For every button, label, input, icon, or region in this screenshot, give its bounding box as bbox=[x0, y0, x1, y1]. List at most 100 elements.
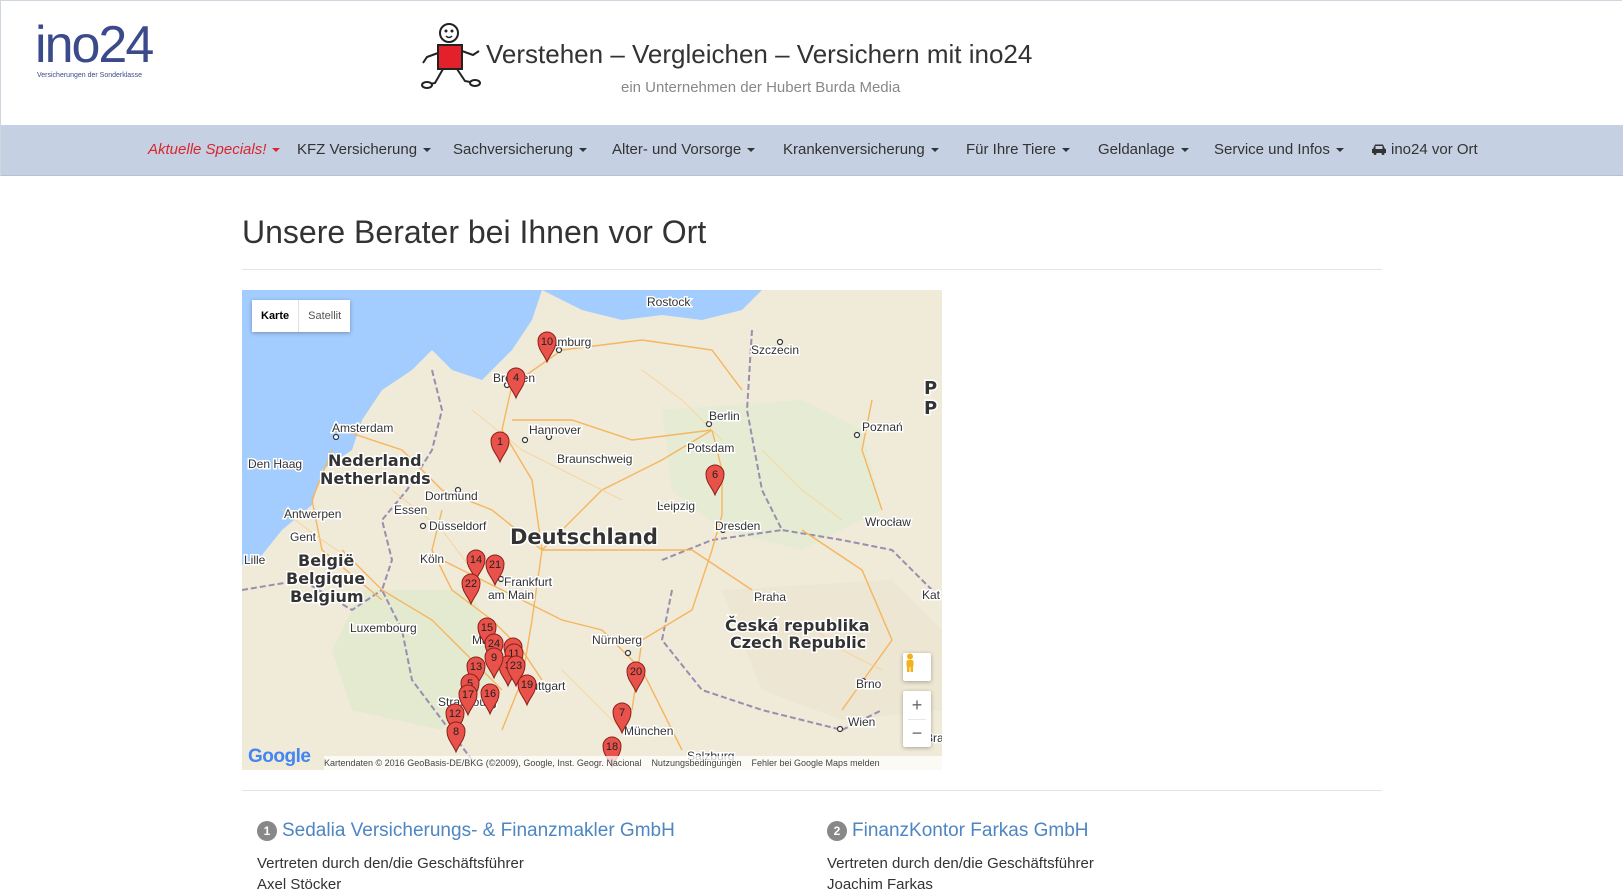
map-label: Belgium bbox=[290, 587, 364, 606]
zoom-out-button[interactable]: − bbox=[903, 719, 931, 747]
map-marker-label: 10 bbox=[541, 336, 553, 348]
map-label: Czech Republic bbox=[730, 633, 866, 652]
map-label: Köln bbox=[420, 552, 444, 566]
chevron-down-icon bbox=[747, 148, 756, 153]
map-marker-label: 7 bbox=[619, 707, 625, 719]
nav-item-label: Krankenversicherung bbox=[783, 141, 925, 158]
map-marker-label: 9 bbox=[491, 652, 497, 664]
map-label: Frankfurt bbox=[504, 575, 553, 589]
map-label: Brno bbox=[856, 677, 882, 691]
pegman-icon bbox=[906, 653, 914, 672]
mascot-icon bbox=[421, 23, 481, 89]
map-marker-label: 8 bbox=[453, 726, 459, 738]
map-marker[interactable]: 10 bbox=[537, 331, 557, 364]
map-type-map-button[interactable]: Karte bbox=[252, 300, 300, 332]
chevron-down-icon bbox=[423, 148, 432, 153]
map-label: Dresden bbox=[715, 519, 760, 533]
chevron-down-icon bbox=[1062, 148, 1071, 153]
map-label: am Main bbox=[488, 588, 534, 602]
logo-tagline: Versicherungen der Sonderklasse bbox=[37, 72, 143, 79]
partner-card: 1 Sedalia Versicherungs- & Finanzmakler G… bbox=[257, 820, 675, 893]
chevron-down-icon bbox=[272, 148, 281, 153]
map-label: Den Haag bbox=[248, 457, 302, 471]
zoom-control: + − bbox=[903, 691, 931, 747]
slogan: Verstehen – Vergleichen – Versichern mit… bbox=[486, 39, 1033, 69]
map-label: Braunschweig bbox=[557, 452, 632, 466]
page-title: Unsere Berater bei Ihnen vor Ort bbox=[242, 214, 707, 250]
map-attribution-bar: Kartendaten © 2016 GeoBasis-DE/BKG (©200… bbox=[324, 756, 942, 770]
map-type-control: Karte Satellit bbox=[252, 300, 351, 332]
map-marker[interactable]: 8 bbox=[446, 721, 466, 754]
map-report-link[interactable]: Fehler bei Google Maps melden bbox=[752, 758, 880, 768]
map-label: Luxembourg bbox=[350, 621, 417, 635]
map-attribution: Kartendaten © 2016 GeoBasis-DE/BKG (©200… bbox=[324, 758, 642, 768]
nav-item-label: Alter- und Vorsorge bbox=[612, 141, 742, 158]
nav-item-vorsorge[interactable]: Alter- und Vorsorge bbox=[612, 141, 756, 158]
map-label: Antwerpen bbox=[284, 507, 341, 521]
logo[interactable]: ino24 Versicherungen der Sonderklasse bbox=[35, 19, 154, 79]
partner-number-badge: 2 bbox=[827, 821, 847, 841]
map-marker-label: 18 bbox=[606, 741, 618, 753]
map-marker-label: 21 bbox=[489, 559, 501, 571]
chevron-down-icon bbox=[579, 148, 588, 153]
map-marker-label: 1 bbox=[497, 436, 503, 448]
map-canvas: Rostock Hamburg Szczecin Bremen Berlin P… bbox=[242, 290, 942, 769]
nav-item-service[interactable]: Service und Infos bbox=[1214, 141, 1344, 158]
map-label: Nederland bbox=[328, 451, 422, 470]
map-marker-label: 23 bbox=[510, 660, 522, 672]
map-label: Poznań bbox=[862, 420, 903, 434]
nav-item-specials[interactable]: Aktuelle Specials! bbox=[148, 141, 281, 158]
nav-item-label: Aktuelle Specials! bbox=[148, 141, 267, 158]
nav-item-vor-ort[interactable]: ino24 vor Ort bbox=[1371, 141, 1478, 158]
pegman-button[interactable] bbox=[903, 653, 931, 681]
subslogan: ein Unternehmen der Hubert Burda Media bbox=[621, 79, 901, 96]
nav-item-kfz[interactable]: KFZ Versicherung bbox=[297, 141, 432, 158]
map-marker-label: 6 bbox=[712, 469, 718, 481]
google-logo-text: Google bbox=[248, 746, 311, 767]
partner-name-link[interactable]: FinanzKontor Farkas GmbH bbox=[852, 820, 1089, 841]
map-label: P bbox=[924, 398, 937, 419]
nav-item-tiere[interactable]: Für Ihre Tiere bbox=[966, 141, 1071, 158]
map-marker-label: 12 bbox=[449, 708, 461, 720]
car-icon bbox=[1372, 144, 1386, 155]
nav-item-label: Für Ihre Tiere bbox=[966, 141, 1057, 158]
partner-rep-name: Axel Stöcker bbox=[257, 876, 342, 893]
nav-item-label: ino24 vor Ort bbox=[1391, 141, 1478, 158]
nav-item-label: Service und Infos bbox=[1214, 141, 1330, 158]
partner-rep-label: Vertreten durch den/die Geschäftsführer bbox=[827, 855, 1094, 872]
map-marker[interactable]: 19 bbox=[517, 674, 537, 707]
map-marker[interactable]: 16 bbox=[480, 683, 500, 716]
map-label: Lille bbox=[244, 553, 266, 567]
map-label: Kat bbox=[922, 588, 941, 602]
map[interactable]: Rostock Hamburg Szczecin Bremen Berlin P… bbox=[242, 290, 942, 770]
logo-wordmark: ino24 bbox=[35, 19, 154, 71]
map-type-satellite-button[interactable]: Satellit bbox=[299, 300, 350, 332]
partner-name-link[interactable]: Sedalia Versicherungs- & Finanzmakler Gm… bbox=[282, 820, 675, 841]
map-footer: Google Kartendaten © 2016 GeoBasis-DE/BK… bbox=[242, 746, 942, 770]
nav-item-geldanlage[interactable]: Geldanlage bbox=[1098, 141, 1189, 158]
map-label: Essen bbox=[394, 503, 427, 517]
zoom-in-button[interactable]: + bbox=[903, 691, 931, 719]
map-label: België bbox=[298, 551, 354, 570]
map-marker-label: 4 bbox=[513, 372, 519, 384]
map-label: P bbox=[924, 378, 937, 399]
nav-item-label: KFZ Versicherung bbox=[297, 141, 418, 158]
map-label: Potsdam bbox=[687, 441, 734, 455]
nav-item-kranken[interactable]: Krankenversicherung bbox=[783, 141, 939, 158]
map-label: Amsterdam bbox=[332, 421, 393, 435]
map-marker[interactable]: 20 bbox=[626, 661, 646, 694]
map-label: Wrocław bbox=[865, 515, 911, 529]
map-label: Nürnberg bbox=[592, 633, 642, 647]
map-marker-label: 14 bbox=[470, 554, 482, 566]
divider bbox=[242, 269, 1382, 270]
map-label: Deutschland bbox=[510, 525, 658, 549]
map-marker-label: 22 bbox=[465, 578, 477, 590]
map-label: Dortmund bbox=[425, 489, 478, 503]
map-label: Belgique bbox=[286, 569, 365, 588]
nav-item-sach[interactable]: Sachversicherung bbox=[453, 141, 588, 158]
map-marker[interactable]: 1 bbox=[490, 431, 510, 464]
nav-item-label: Sachversicherung bbox=[453, 141, 574, 158]
map-label: Hannover bbox=[529, 423, 581, 437]
map-terms-link[interactable]: Nutzungsbedingungen bbox=[651, 758, 741, 768]
map-label: Berlin bbox=[709, 409, 740, 423]
